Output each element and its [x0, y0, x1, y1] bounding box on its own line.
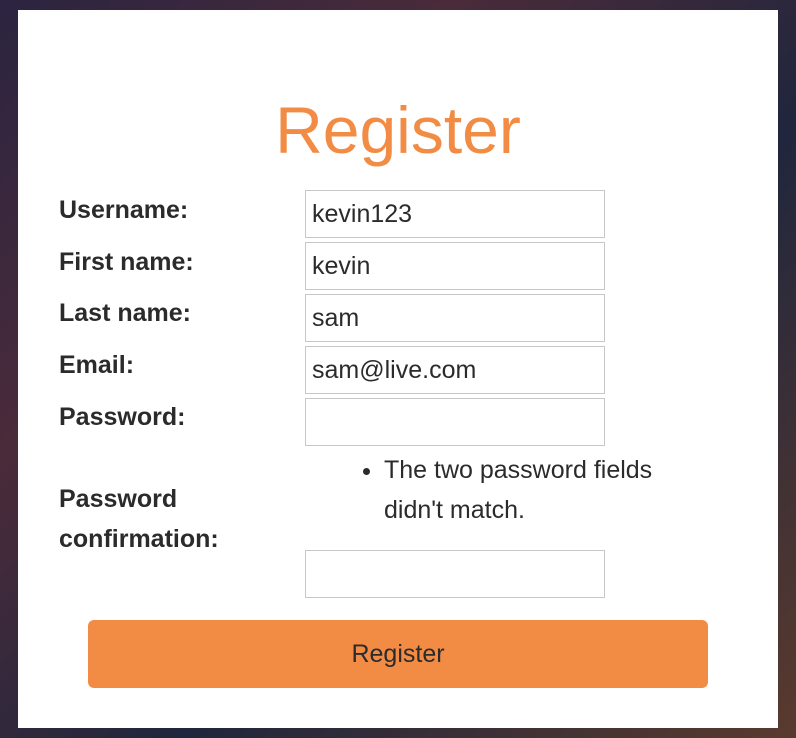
- password-input[interactable]: [305, 398, 605, 446]
- email-label: Email:: [59, 351, 135, 379]
- page-title: Register: [275, 93, 521, 167]
- error-message: The two password fields didn't match.: [384, 450, 708, 530]
- last-name-label: Last name:: [59, 299, 191, 327]
- password-confirmation-label-line2: confirmation:: [59, 525, 219, 553]
- password-confirmation-input[interactable]: [305, 550, 605, 598]
- first-name-input[interactable]: [305, 242, 605, 290]
- last-name-input[interactable]: [305, 294, 605, 342]
- first-name-label: First name:: [59, 248, 194, 276]
- password-confirmation-label: Password confirmation:: [59, 479, 219, 559]
- username-label: Username:: [59, 196, 189, 224]
- password-mismatch-error: The two password fields didn't match.: [348, 450, 708, 530]
- register-button[interactable]: Register: [88, 620, 708, 688]
- password-confirmation-label-line1: Password: [59, 485, 178, 513]
- password-label: Password:: [59, 403, 186, 431]
- email-input[interactable]: [305, 346, 605, 394]
- username-input[interactable]: [305, 190, 605, 238]
